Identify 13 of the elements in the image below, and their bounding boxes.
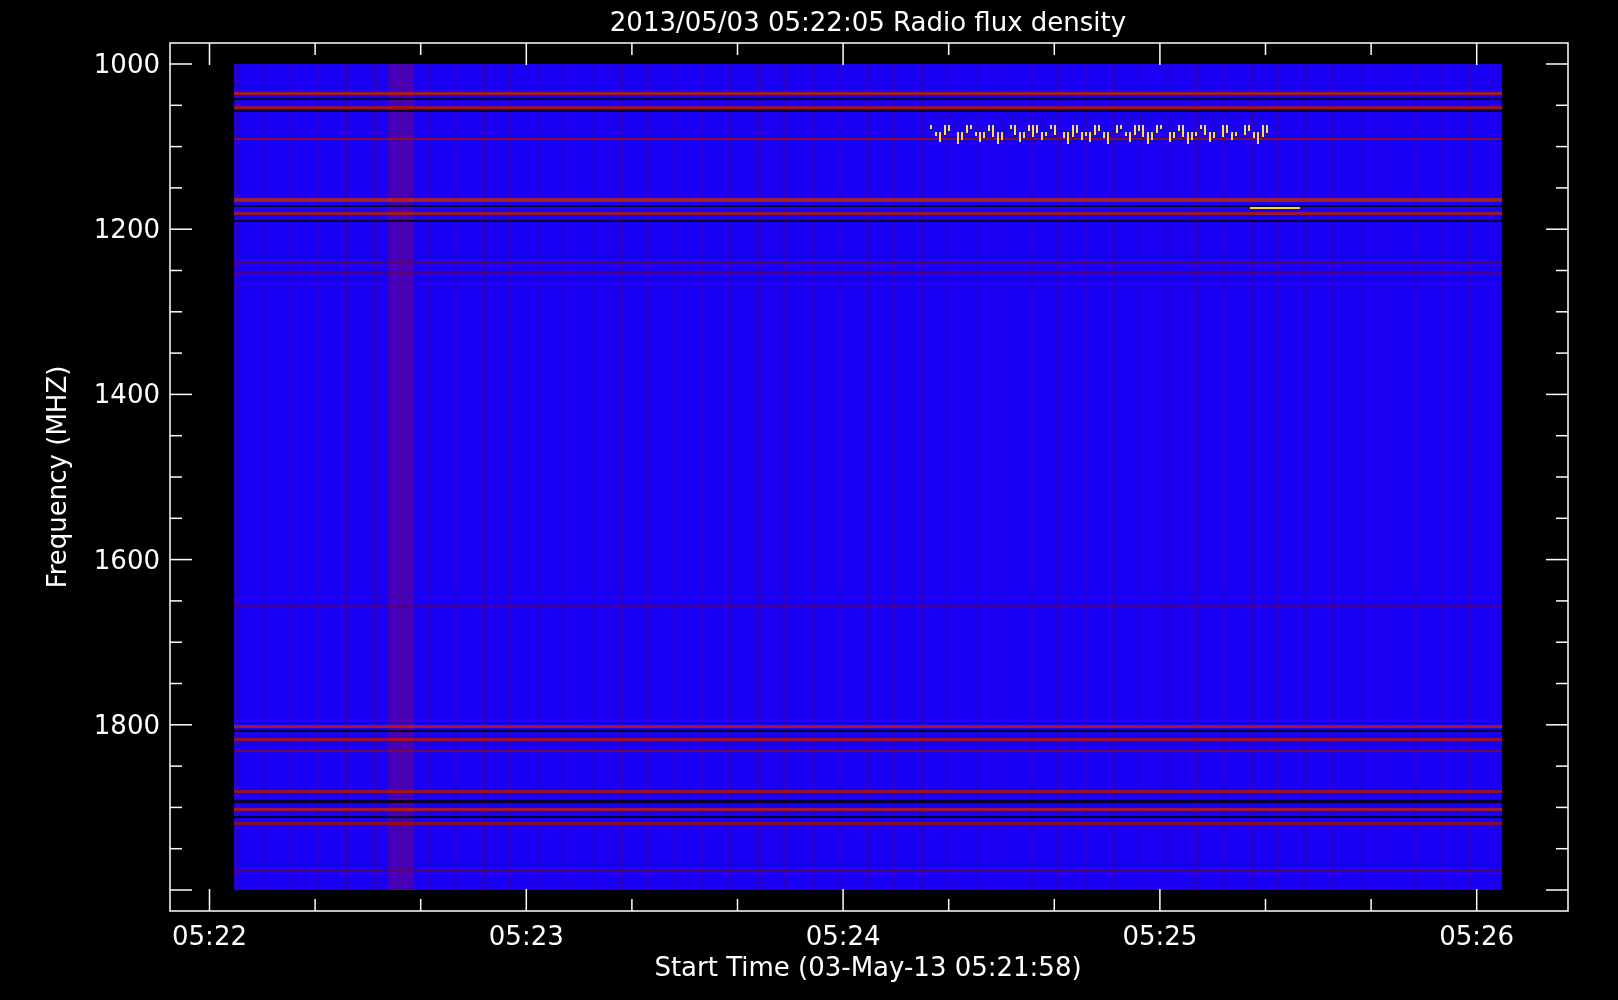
y-tick-label: 1600 [93, 544, 160, 575]
y-tick-label: 1800 [93, 709, 160, 740]
x-tick-label: 05:25 [1122, 921, 1198, 951]
x-tick-label: 05:22 [172, 921, 247, 951]
x-tick-label: 05:23 [488, 921, 564, 951]
y-axis-label: Frequency (MHZ) [42, 365, 72, 589]
chart-title: 2013/05/03 05:22:05 Radio flux density [609, 7, 1127, 37]
x-tick-label: 05:26 [1439, 921, 1515, 951]
y-tick-label: 1400 [93, 379, 160, 410]
y-tick-label: 1200 [93, 214, 160, 245]
y-tick-label: 1000 [93, 49, 160, 79]
x-axis-label: Start Time (03-May-13 05:21:58) [654, 952, 1082, 982]
x-tick-label: 05:24 [805, 921, 881, 951]
